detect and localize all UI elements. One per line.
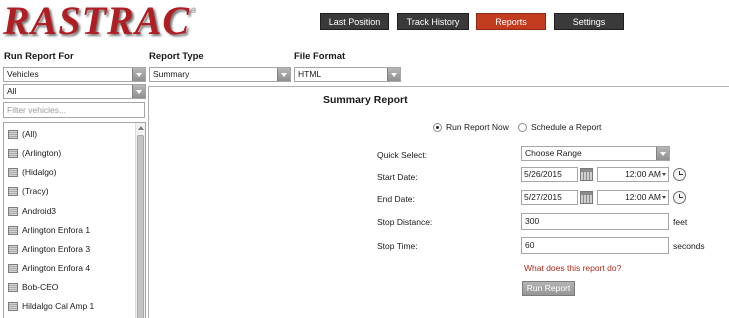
stop-time-input[interactable]: 60 bbox=[521, 237, 669, 254]
vehicle-list-item[interactable]: (Tracy) bbox=[8, 185, 49, 197]
vehicle-list-item[interactable]: Android3 bbox=[8, 205, 56, 217]
vehicle-list-item[interactable]: (All) bbox=[8, 128, 37, 140]
vehicle-list-item[interactable]: Arlington Enfora 4 bbox=[8, 262, 90, 274]
scroll-up-arrow-icon[interactable] bbox=[138, 126, 144, 130]
vehicle-icon bbox=[8, 148, 18, 158]
report-help-link[interactable]: What does this report do? bbox=[524, 263, 621, 273]
scroll-thumb[interactable] bbox=[137, 135, 144, 318]
run-report-button[interactable]: Run Report bbox=[522, 281, 575, 296]
clock-icon[interactable] bbox=[673, 191, 686, 204]
run-for-value: Vehicles bbox=[7, 69, 39, 79]
start-date-input[interactable]: 5/26/2015 bbox=[521, 167, 578, 182]
chevron-down-icon bbox=[277, 68, 290, 81]
calendar-icon[interactable] bbox=[580, 191, 593, 204]
file-format-value: HTML bbox=[298, 69, 322, 79]
start-date-label: Start Date: bbox=[377, 172, 418, 182]
quick-select-dropdown[interactable]: Choose Range bbox=[521, 146, 670, 161]
chevron-down-icon bbox=[387, 68, 400, 81]
vehicle-icon bbox=[8, 186, 18, 196]
run-report-now-option[interactable]: Run Report Now bbox=[433, 122, 509, 132]
clock-icon[interactable] bbox=[673, 168, 686, 181]
stop-time-unit: seconds bbox=[673, 241, 705, 251]
vehicle-list-scrollbar[interactable] bbox=[135, 123, 145, 318]
radio-selected-icon[interactable] bbox=[433, 122, 442, 132]
end-time-input[interactable]: 12:00 AM bbox=[597, 190, 669, 205]
chevron-down-icon bbox=[132, 68, 145, 81]
stop-distance-input[interactable]: 300 bbox=[521, 213, 669, 230]
vehicle-list-item[interactable]: (Hidalgo) bbox=[8, 166, 57, 178]
vehicle-icon bbox=[8, 129, 18, 139]
vehicle-icon bbox=[8, 282, 18, 292]
report-type-label: Report Type bbox=[149, 51, 204, 62]
tab-track-history[interactable]: Track History bbox=[397, 13, 469, 30]
vehicle-icon bbox=[8, 301, 18, 311]
end-date-input[interactable]: 5/27/2015 bbox=[521, 190, 578, 205]
stop-distance-label: Stop Distance: bbox=[377, 217, 433, 227]
radio-unselected-icon[interactable] bbox=[518, 122, 527, 132]
stop-time-label: Stop Time: bbox=[377, 241, 418, 251]
run-for-select[interactable]: Vehicles bbox=[3, 67, 146, 82]
quick-select-label: Quick Select: bbox=[377, 150, 428, 160]
chevron-down-icon bbox=[132, 85, 145, 98]
calendar-icon[interactable] bbox=[580, 168, 593, 181]
tab-last-position[interactable]: Last Position bbox=[320, 13, 389, 30]
chevron-down-icon bbox=[656, 147, 669, 160]
vehicle-icon bbox=[8, 167, 18, 177]
report-type-select[interactable]: Summary bbox=[149, 67, 291, 82]
stop-distance-unit: feet bbox=[673, 217, 688, 227]
run-report-for-label: Run Report For bbox=[4, 51, 74, 62]
run-report-now-label: Run Report Now bbox=[446, 122, 509, 132]
vehicle-list-item[interactable]: Arlington Enfora 1 bbox=[8, 224, 90, 236]
end-date-label: End Date: bbox=[377, 194, 415, 204]
vehicle-icon bbox=[8, 263, 18, 273]
logo-text: RASTRAC bbox=[3, 0, 191, 43]
start-time-input[interactable]: 12:00 AM bbox=[597, 167, 669, 182]
rastrac-logo: RASTRAC ® bbox=[3, 0, 196, 42]
vehicle-icon bbox=[8, 225, 18, 235]
vehicle-list-item[interactable]: (Arlington) bbox=[8, 147, 61, 159]
vehicle-group-select[interactable]: All bbox=[3, 84, 146, 99]
schedule-report-option[interactable]: Schedule a Report bbox=[518, 122, 601, 132]
report-type-value: Summary bbox=[153, 69, 190, 79]
report-title: Summary Report bbox=[323, 94, 408, 106]
vehicle-icon bbox=[8, 244, 18, 254]
vehicle-list-item[interactable]: Bob-CEO bbox=[8, 281, 58, 293]
vehicle-filter-input[interactable] bbox=[3, 102, 145, 118]
vehicle-list: (All) (Arlington) (Hidalgo) (Tracy) Andr… bbox=[3, 122, 146, 318]
schedule-report-label: Schedule a Report bbox=[531, 122, 602, 132]
file-format-select[interactable]: HTML bbox=[294, 67, 401, 82]
quick-select-value: Choose Range bbox=[525, 148, 582, 158]
vehicle-list-item[interactable]: Hildalgo Cal Amp 1 bbox=[8, 300, 94, 312]
vehicle-list-item[interactable]: Arlington Enfora 3 bbox=[8, 243, 90, 255]
tab-reports[interactable]: Reports bbox=[476, 13, 546, 30]
vehicle-icon bbox=[8, 206, 18, 216]
vehicle-group-value: All bbox=[7, 86, 17, 96]
registered-mark: ® bbox=[191, 8, 197, 15]
file-format-label: File Format bbox=[294, 51, 346, 62]
tab-settings[interactable]: Settings bbox=[554, 13, 624, 30]
